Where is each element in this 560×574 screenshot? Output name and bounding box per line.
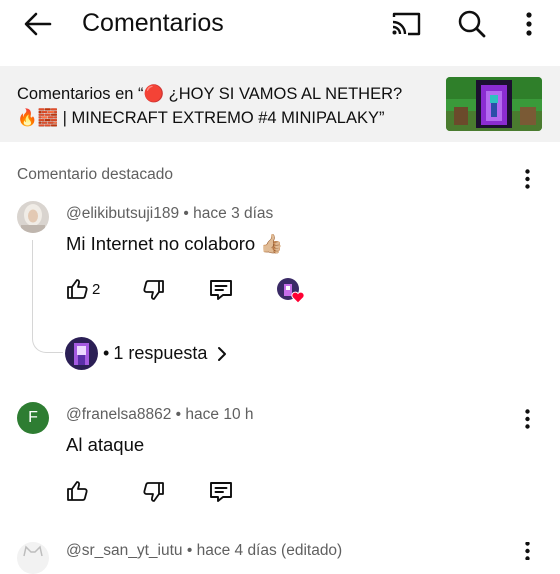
comment-text: Al ataque (66, 434, 145, 455)
minecraft-portal-thumbnail-icon (446, 77, 542, 131)
more-vertical-icon (524, 169, 530, 189)
more-vertical-icon (524, 542, 530, 560)
avatar-letter: F (28, 409, 38, 426)
thumbs-down-icon (143, 280, 164, 300)
comment-time: hace 4 días (editado) (196, 542, 343, 559)
view-replies-button[interactable]: • 1 respuesta (103, 343, 229, 364)
thumbs-up-icon (67, 481, 88, 501)
comment-meta: @sr_san_yt_iutu • hace 4 días (editado) (66, 542, 343, 559)
commenter-avatar[interactable] (17, 201, 49, 233)
reply-avatar[interactable] (65, 337, 98, 370)
pinned-comment-more-button[interactable] (516, 166, 538, 192)
more-vertical-icon (524, 409, 530, 429)
comment-text: Mi Internet no colaboro 👍🏼 (66, 233, 284, 254)
cast-button[interactable] (386, 6, 426, 42)
reply-button[interactable] (206, 478, 236, 506)
comment-time: hace 10 h (185, 406, 254, 423)
video-banner-line1: Comentarios en “🔴 ¿HOY SI VAMOS AL NETHE… (17, 85, 403, 103)
creator-heart-badge (276, 277, 306, 305)
thumbs-up-icon (67, 279, 88, 299)
video-banner-text[interactable]: Comentarios en “🔴 ¿HOY SI VAMOS AL NETHE… (17, 82, 427, 130)
arrow-left-icon (24, 12, 52, 36)
video-thumbnail[interactable] (446, 77, 542, 131)
reply-avatar-icon (65, 337, 98, 370)
thread-line (32, 240, 63, 353)
comment-author[interactable]: @elikibutsuji189 (66, 205, 179, 222)
page-title: Comentarios (82, 9, 224, 37)
like-button[interactable] (62, 275, 92, 303)
dislike-button[interactable] (139, 276, 169, 304)
more-vertical-icon (526, 12, 532, 36)
user-avatar-icon (17, 201, 49, 233)
comment-time: hace 3 días (193, 205, 274, 222)
comment-more-button[interactable] (516, 406, 538, 432)
cast-icon (392, 12, 421, 36)
back-button[interactable] (18, 6, 58, 42)
comment-icon (210, 482, 232, 502)
chevron-right-icon (218, 346, 227, 361)
comment-meta: @elikibutsuji189 • hace 3 días (66, 205, 274, 222)
comment-icon (210, 280, 232, 300)
commenter-avatar[interactable] (17, 542, 49, 574)
like-count: 2 (92, 281, 101, 298)
search-icon (458, 10, 486, 38)
cat-avatar-icon (23, 545, 43, 557)
pinned-section-title: Comentario destacado (17, 166, 173, 183)
replies-count-label: 1 respuesta (113, 343, 208, 363)
comment-more-button[interactable] (516, 542, 538, 560)
thumbs-down-icon (143, 482, 164, 502)
top-app-bar: Comentarios (0, 0, 560, 58)
dislike-button[interactable] (139, 478, 169, 506)
comment-author[interactable]: @franelsa8862 (66, 406, 171, 423)
creator-heart-icon (277, 278, 305, 304)
commenter-avatar[interactable]: F (17, 402, 49, 434)
video-banner-line2: 🔥🧱 | MINECRAFT EXTREMO #4 MINIPALAKY” (17, 109, 385, 127)
reply-button[interactable] (206, 276, 236, 304)
comment-author[interactable]: @sr_san_yt_iutu (66, 542, 183, 559)
search-button[interactable] (452, 5, 492, 43)
comment-meta: @franelsa8862 • hace 10 h (66, 406, 254, 423)
like-button[interactable] (62, 477, 92, 505)
more-options-button[interactable] (514, 6, 544, 42)
